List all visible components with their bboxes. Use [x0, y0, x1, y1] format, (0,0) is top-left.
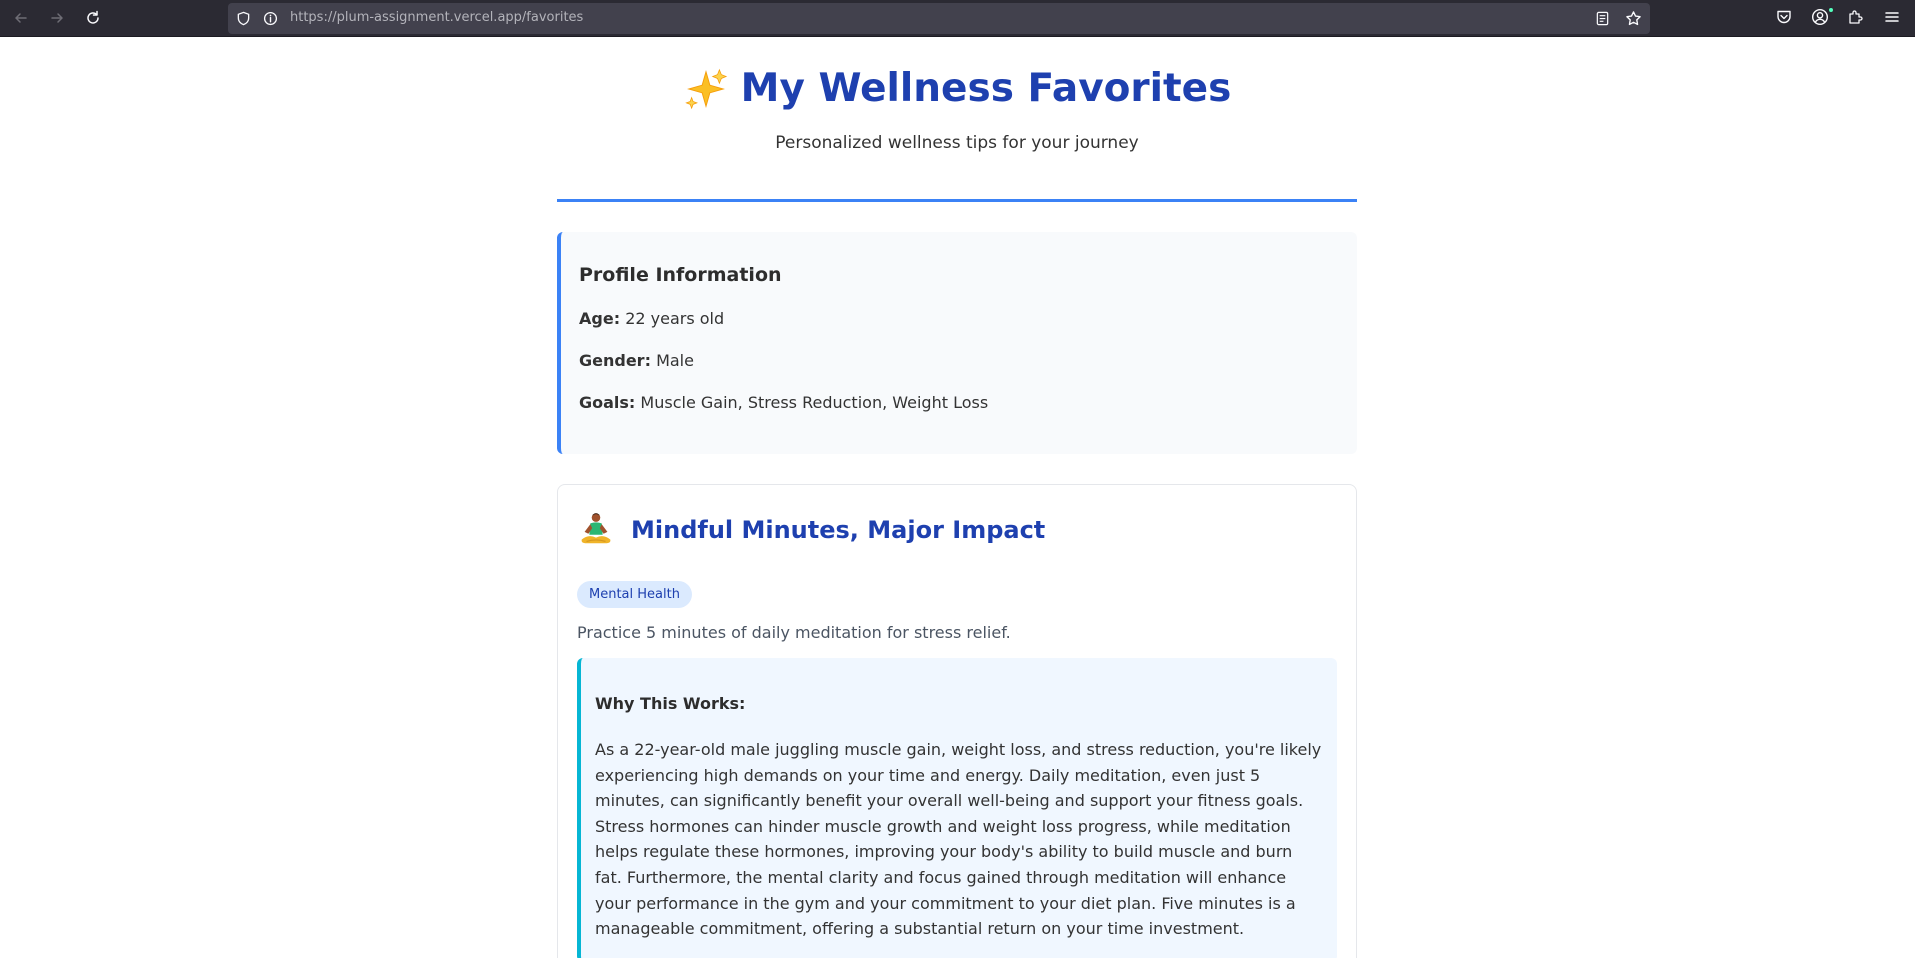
- profile-age: Age: 22 years old: [579, 309, 1341, 329]
- page-header: My Wellness Favorites Personalized welln…: [557, 37, 1357, 202]
- account-icon: [1811, 8, 1829, 26]
- arrow-left-icon: [15, 13, 27, 23]
- profile-heading: Profile Information: [579, 264, 782, 286]
- page-title-text: My Wellness Favorites: [740, 66, 1232, 111]
- sparkles-icon: [684, 68, 727, 110]
- why-explanation: As a 22-year-old male juggling muscle ga…: [595, 740, 1322, 939]
- tip-description: Practice 5 minutes of daily meditation f…: [577, 623, 1011, 642]
- profile-card: Profile Information Age: 22 years old Ge…: [557, 232, 1357, 454]
- profile-goals: Goals: Muscle Gain, Stress Reduction, We…: [579, 393, 1341, 413]
- pocket-icon: [1777, 10, 1791, 24]
- favorite-tip-card[interactable]: Mindful Minutes, Major Impact Mental Hea…: [557, 484, 1357, 958]
- age-label: Age:: [579, 309, 621, 328]
- account-button[interactable]: [1811, 8, 1829, 26]
- page-subtitle: Personalized wellness tips for your jour…: [775, 133, 1139, 153]
- age-value: 22 years old: [625, 309, 725, 328]
- extensions-button[interactable]: [1847, 8, 1865, 26]
- reader-view-icon[interactable]: [1595, 11, 1610, 26]
- pocket-button[interactable]: [1775, 8, 1793, 26]
- reload-icon: [87, 10, 99, 24]
- goals-value: Muscle Gain, Stress Reduction, Weight Lo…: [640, 393, 989, 412]
- arrow-right-icon: [51, 13, 63, 23]
- browser-toolbar: https://plum-assignment.vercel.app/favor…: [0, 0, 1915, 37]
- address-bar[interactable]: https://plum-assignment.vercel.app/favor…: [228, 3, 1650, 34]
- category-badge: Mental Health: [577, 581, 692, 608]
- why-this-works-box: Why This Works: As a 22-year-old male ju…: [577, 658, 1337, 958]
- url-path: favorites: [526, 10, 584, 25]
- site-info-icon[interactable]: [263, 11, 278, 26]
- shield-icon[interactable]: [236, 11, 251, 26]
- back-button[interactable]: [8, 5, 34, 31]
- menu-button[interactable]: [1883, 8, 1901, 26]
- url-text[interactable]: https://plum-assignment.vercel.app/favor…: [290, 10, 583, 25]
- url-host: https://plum-assignment.vercel.app/: [290, 10, 527, 25]
- profile-gender: Gender: Male: [579, 351, 1341, 371]
- gender-value: Male: [656, 351, 694, 370]
- notification-dot: [1828, 7, 1834, 13]
- puzzle-icon: [1849, 10, 1863, 24]
- bookmark-star-icon[interactable]: [1625, 10, 1642, 27]
- meditation-icon: [581, 513, 611, 544]
- reload-button[interactable]: [80, 5, 106, 31]
- why-heading: Why This Works:: [595, 694, 746, 713]
- gender-label: Gender:: [579, 351, 651, 370]
- page-title: My Wellness Favorites: [557, 65, 1357, 113]
- tip-header: Mindful Minutes, Major Impact: [577, 511, 1337, 549]
- favorites-page: My Wellness Favorites Personalized welln…: [557, 37, 1357, 958]
- hamburger-menu-icon: [1885, 12, 1899, 22]
- forward-button[interactable]: [44, 5, 70, 31]
- goals-label: Goals:: [579, 393, 636, 412]
- tip-title: Mindful Minutes, Major Impact: [631, 516, 1046, 544]
